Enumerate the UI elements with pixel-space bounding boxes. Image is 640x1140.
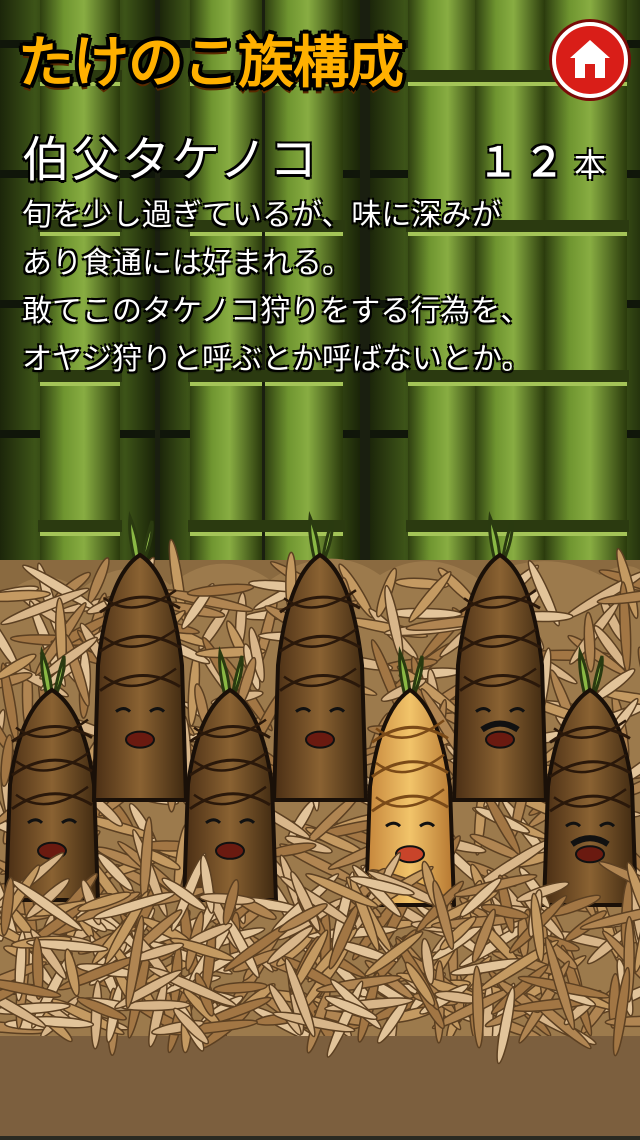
bottom-soil-band	[0, 1036, 640, 1136]
description-line: あり食通には好まれる。	[22, 246, 352, 281]
character-name: 伯父タケノコ	[22, 132, 320, 188]
character-description: 旬を少し過ぎているが、味に深みが あり食通には好まれる。 敢てこのタケノコ狩りを…	[22, 192, 632, 384]
description-line: 旬を少し過ぎているが、味に深みが	[22, 198, 502, 233]
home-icon	[570, 40, 610, 78]
count-value: １２	[478, 140, 570, 186]
page-title: たけのこ族構成	[18, 31, 404, 96]
shoot-count: １２ 本	[478, 130, 606, 188]
home-button[interactable]	[552, 22, 628, 98]
description-line: オヤジ狩りと呼ぶとか呼ばないとか。	[22, 342, 532, 377]
description-line: 敢てこのタケノコ狩りをする行為を、	[22, 294, 531, 329]
count-unit: 本	[574, 146, 607, 184]
game-scene: たけのこ族構成 伯父タケノコ １２ 本 旬を少し過ぎているが、味に深みが あり食通…	[0, 0, 640, 1136]
